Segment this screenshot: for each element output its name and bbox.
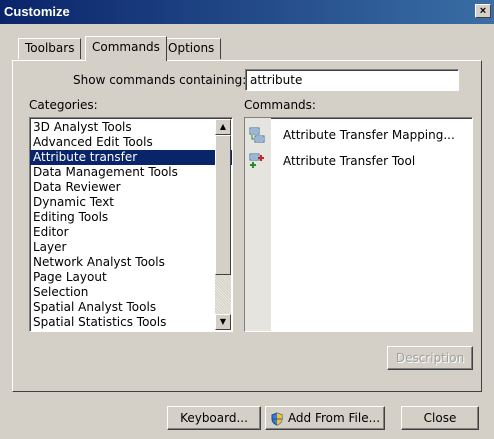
shield-icon <box>271 411 283 426</box>
category-item-selected[interactable]: Attribute transfer <box>30 150 232 165</box>
scroll-thumb[interactable] <box>215 135 231 275</box>
commands-label: Commands: <box>244 98 316 112</box>
keyboard-button[interactable]: Keyboard... <box>167 406 261 430</box>
close-window-button[interactable]: × <box>475 4 491 18</box>
title-bar: Customize × <box>0 0 494 24</box>
categories-scrollbar[interactable]: ▲ ▼ <box>215 119 231 330</box>
window-title: Customize <box>4 4 70 19</box>
category-item[interactable]: Editing Tools <box>30 210 232 225</box>
add-from-file-button[interactable]: Add From File... <box>265 406 385 430</box>
category-item[interactable]: Data Reviewer <box>30 180 232 195</box>
scroll-up-icon[interactable]: ▲ <box>215 119 231 135</box>
category-item[interactable]: Spatial Statistics Tools <box>30 315 232 330</box>
tab-toolbars[interactable]: Toolbars <box>18 38 82 59</box>
category-item[interactable]: Network Analyst Tools <box>30 255 232 270</box>
tab-options[interactable]: Options <box>161 38 222 59</box>
add-from-file-label: Add From File... <box>287 411 381 425</box>
category-item[interactable]: Advanced Edit Tools <box>30 135 232 150</box>
category-item[interactable]: Layer <box>30 240 232 255</box>
command-item[interactable]: Attribute Transfer Tool <box>245 150 472 172</box>
scroll-down-icon[interactable]: ▼ <box>215 314 231 330</box>
categories-label: Categories: <box>29 98 98 112</box>
description-button[interactable]: Description <box>387 346 473 370</box>
categories-list[interactable]: 3D Analyst Tools Advanced Edit Tools Att… <box>29 117 233 332</box>
search-label: Show commands containing: <box>73 73 247 87</box>
category-item[interactable]: Page Layout <box>30 270 232 285</box>
category-item[interactable]: Spatial Analyst Tools <box>30 300 232 315</box>
category-item[interactable]: 3D Analyst Tools <box>30 120 232 135</box>
tab-commands[interactable]: Commands <box>85 36 167 61</box>
commands-list[interactable]: Attribute Transfer Mapping... Attribute … <box>244 117 473 332</box>
attribute-transfer-tool-icon <box>249 153 264 168</box>
search-input[interactable] <box>245 69 459 91</box>
category-item[interactable]: Dynamic Text <box>30 195 232 210</box>
command-item[interactable]: Attribute Transfer Mapping... <box>245 124 472 146</box>
category-item[interactable]: Editor <box>30 225 232 240</box>
category-item[interactable]: Selection <box>30 285 232 300</box>
attribute-mapping-icon <box>249 127 265 143</box>
command-label: Attribute Transfer Mapping... <box>283 128 455 142</box>
command-label: Attribute Transfer Tool <box>283 154 416 168</box>
close-button[interactable]: Close <box>401 406 479 430</box>
category-item[interactable]: Data Management Tools <box>30 165 232 180</box>
